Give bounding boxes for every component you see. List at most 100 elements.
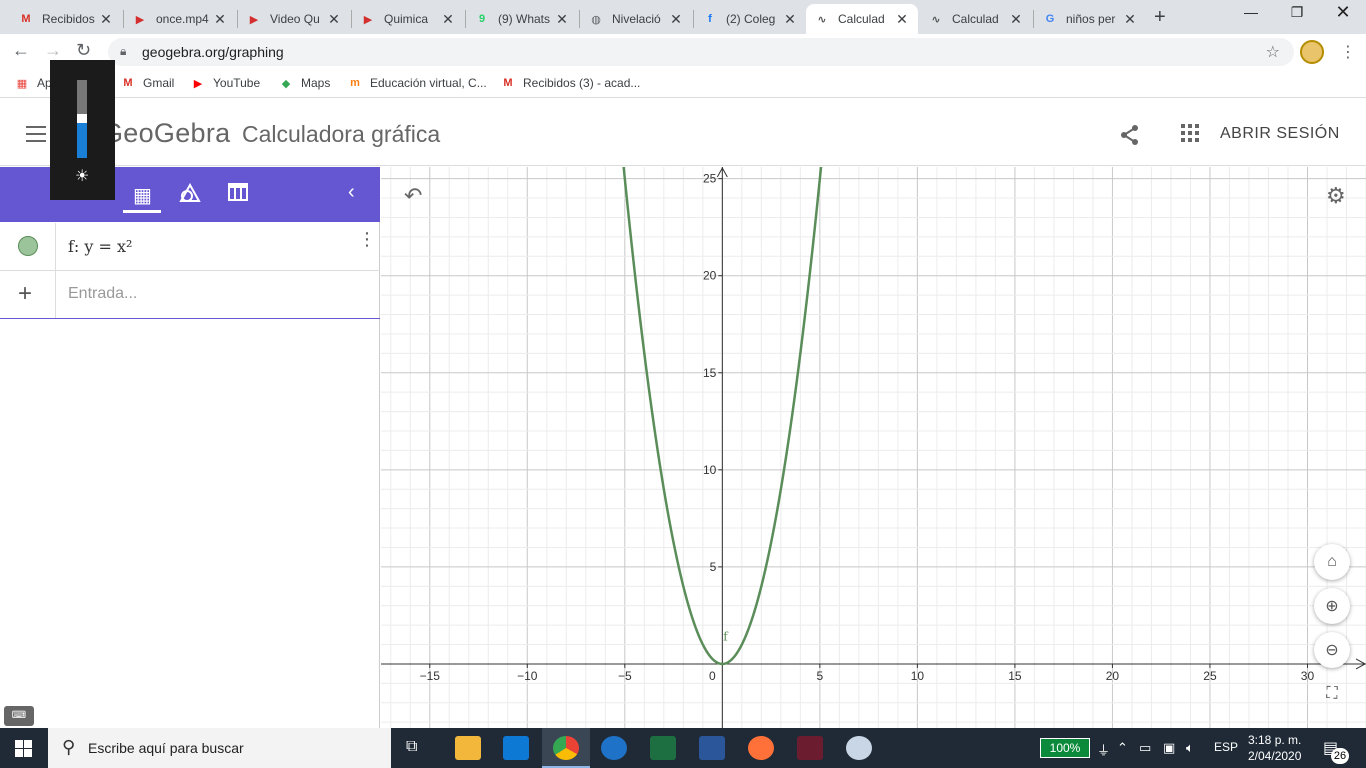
plus-icon[interactable]: + [18,280,32,308]
browser-tab[interactable]: ◍ Nivelació ✕ [580,4,692,34]
chrome-icon[interactable] [553,736,579,760]
tab-separator [579,10,580,28]
bookmark-star-icon[interactable]: ☆ [1266,42,1280,62]
bookmark-item[interactable]: ◆ Maps [278,76,331,90]
minimize-button[interactable]: — [1228,4,1274,20]
excel-icon[interactable] [650,736,676,760]
browser-tab[interactable]: 9 (9) Whats ✕ [466,4,578,34]
back-arrow-icon[interactable]: ← [12,40,30,61]
close-tab-icon[interactable]: ✕ [782,11,798,28]
close-tab-icon[interactable]: ✕ [1122,11,1138,28]
volume-icon[interactable]: 🔈︎ [1186,740,1194,756]
word-icon[interactable] [699,736,725,760]
browser-tab[interactable]: ▶ once.mp4 ✕ [124,4,236,34]
browser-tab[interactable]: f (2) Coleg ✕ [694,4,806,34]
bookmark-label: YouTube [213,76,261,90]
close-tab-icon[interactable]: ✕ [212,11,228,28]
share-icon[interactable] [1120,124,1140,152]
file-explorer-icon[interactable] [455,736,481,760]
chevron-up-icon[interactable]: ⌃ [1117,740,1128,756]
browser-menu-icon[interactable]: ⋮ [1340,42,1356,62]
browser-tab[interactable]: ▶ Quimica ✕ [352,4,464,34]
settings-gear-icon[interactable]: ⚙ [1326,183,1346,209]
collapse-panel-icon[interactable]: ‹ [348,181,355,204]
zoom-in-button[interactable]: ⊕ [1314,588,1350,624]
undo-icon[interactable]: ↶ [404,183,422,209]
bookmark-item[interactable]: ▶ YouTube [190,76,260,90]
tab-separator [123,10,124,28]
algebra-input[interactable]: Entrada... [68,285,137,303]
calculator-icon[interactable]: ▦ [133,183,152,208]
geogebra-icon: ∿ [817,13,827,26]
zoom-out-button[interactable]: ⊖ [1314,632,1350,668]
close-window-button[interactable]: ✕ [1320,2,1366,23]
google-icon: G [1045,13,1055,25]
close-tab-icon[interactable]: ✕ [554,11,570,28]
close-tab-icon[interactable]: ✕ [326,11,342,28]
new-tab-button[interactable]: + [1154,6,1166,29]
forward-arrow-icon[interactable]: → [44,40,62,61]
taskbar-search[interactable]: ⚲ Escribe aquí para buscar [48,728,391,768]
more-options-icon[interactable]: ⋮ [358,229,376,250]
geometry-tools-icon[interactable] [179,182,201,209]
active-tab-indicator [123,210,161,213]
windows-start-icon[interactable] [15,740,32,757]
battery-indicator[interactable]: 100% [1040,738,1090,758]
algebra-panel: ▦ ‹ f: y = x² ⋮ + Entrada... ⌨ [0,167,380,728]
fullscreen-icon[interactable]: ⛶ [1314,676,1350,712]
browser-tab[interactable]: Gniños per ✕ [1034,4,1146,34]
graphics-view[interactable]: −15 −10 −5 0 5 10 15 20 25 30 5 10 15 20 25 f [381,167,1366,728]
algebra-input-row[interactable]: + Entrada... [0,271,380,319]
edge-icon[interactable] [601,736,627,760]
keyboard-icon[interactable]: ⌨ [4,706,34,726]
system-clock[interactable]: 3:18 p. m. 2/04/2020 [1248,732,1301,764]
close-tab-icon[interactable]: ✕ [98,11,114,28]
algebra-entry-f[interactable]: f: y = x² ⋮ [0,223,380,271]
geogebra-icon: ∿ [931,13,941,26]
reload-icon[interactable]: ↻ [76,40,91,61]
firefox-icon[interactable] [748,736,774,760]
brightness-knob[interactable] [77,113,87,123]
sign-in-button[interactable]: ABRIR SESIÓN [1220,125,1340,143]
video-editor-icon[interactable] [797,736,823,760]
url-text[interactable]: geogebra.org/graphing [142,44,284,60]
whatsapp-icon: 9 [478,13,486,25]
table-icon[interactable] [228,183,248,207]
hamburger-menu-icon[interactable] [26,126,46,142]
visibility-toggle[interactable] [18,236,38,256]
globe-icon: ◍ [591,13,601,26]
search-icon: ⚲ [62,737,76,757]
browser-tab[interactable]: ▶ Video Qu ✕ [238,4,350,34]
geogebra-logo[interactable]: GeoGebra [102,118,230,149]
browser-tab[interactable]: ∿ Calculad ✕ [806,4,918,34]
home-view-button[interactable]: ⌂ [1314,544,1350,580]
entry-expression[interactable]: f: y = x² [68,237,132,256]
paint-icon[interactable] [846,736,872,760]
close-tab-icon[interactable]: ✕ [440,11,456,28]
bookmarks-bar: ▦AplicacionesMGmail▶YouTube◆MapsmEducaci… [0,70,1366,98]
browser-tab[interactable]: ∿ Calculad ✕ [920,4,1032,34]
bookmark-item[interactable]: M Recibidos (3) - acad... [500,76,640,90]
taskbar-search-input[interactable]: Escribe aquí para buscar [88,740,244,756]
mail-icon[interactable] [503,736,529,760]
task-view-icon[interactable]: ⧉ [406,738,417,756]
brightness-track[interactable] [77,80,87,158]
graph-canvas[interactable]: −15 −10 −5 0 5 10 15 20 25 30 5 10 15 20 25 f [381,167,1366,728]
bookmark-item[interactable]: M Gmail [120,76,174,90]
address-bar[interactable]: 🔒︎ geogebra.org/graphing ☆ [108,38,1294,66]
close-tab-icon[interactable]: ✕ [668,11,684,28]
restore-button[interactable]: ❐ [1274,4,1320,21]
close-tab-icon[interactable]: ✕ [894,11,910,28]
language-indicator[interactable]: ESP [1214,740,1238,754]
battery-icon[interactable]: ▭ [1139,740,1151,756]
browser-tab[interactable]: M Recibidos ✕ [10,4,122,34]
plug-icon[interactable]: ⏚ [1097,740,1110,759]
network-icon[interactable]: ▣ [1163,740,1175,756]
tab-separator [693,10,694,28]
close-tab-icon[interactable]: ✕ [1008,11,1024,28]
brightness-slider-overlay[interactable]: ☀ [50,60,115,200]
apps-grid-icon[interactable] [1181,124,1199,142]
bookmark-label: Recibidos (3) - acad... [523,76,641,90]
profile-avatar[interactable] [1300,40,1324,64]
bookmark-item[interactable]: m Educación virtual, C... [347,76,487,90]
